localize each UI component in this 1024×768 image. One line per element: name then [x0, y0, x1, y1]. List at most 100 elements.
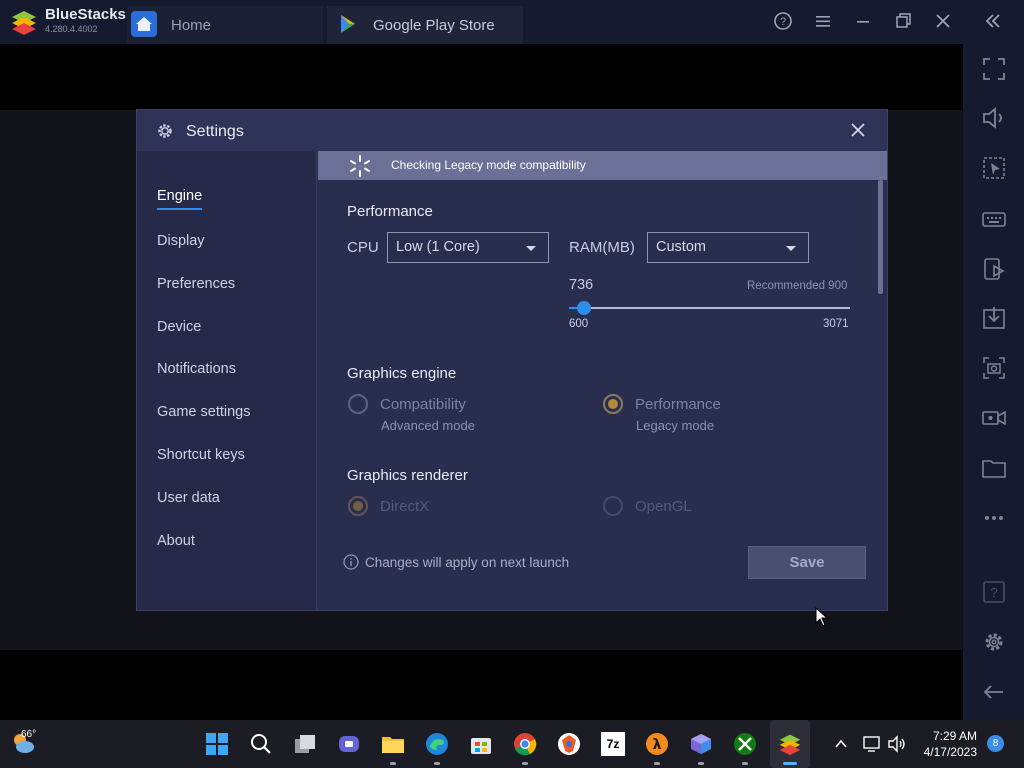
7zip-icon[interactable]: 7z: [601, 732, 625, 756]
volume-tray-icon[interactable]: [887, 734, 907, 754]
radio-opengl[interactable]: [603, 496, 623, 516]
nav-notifications[interactable]: Notifications: [157, 361, 236, 377]
collapse-sidebar-icon[interactable]: [982, 10, 1004, 32]
clock-date[interactable]: 4/17/2023: [910, 745, 977, 759]
home-icon: [131, 11, 157, 37]
compatibility-sublabel: Advanced mode: [381, 418, 475, 433]
nav-display[interactable]: Display: [157, 233, 205, 249]
bluestacks-logo-icon: [12, 11, 36, 35]
mouse-cursor-icon: [815, 607, 829, 627]
save-button[interactable]: Save: [748, 546, 866, 579]
bluestacks-taskbar-item[interactable]: [770, 720, 810, 768]
nav-engine[interactable]: Engine: [157, 188, 202, 204]
performance-sublabel: Legacy mode: [636, 418, 715, 433]
settings-gear-icon: [158, 124, 172, 138]
network-icon[interactable]: [862, 734, 882, 754]
folder-icon[interactable]: [981, 455, 1007, 481]
tab-home[interactable]: Home: [127, 6, 323, 44]
tab-google-play-store[interactable]: Google Play Store: [327, 6, 523, 44]
app-cube-icon[interactable]: [689, 732, 713, 756]
keyboard-icon[interactable]: [981, 206, 1007, 232]
nav-about[interactable]: About: [157, 533, 195, 549]
tab-play-store-label: Google Play Store: [373, 16, 495, 34]
notification-badge[interactable]: 8: [987, 735, 1004, 752]
settings-header: Settings: [137, 110, 887, 151]
radio-performance[interactable]: [603, 394, 623, 414]
performance-title: Performance: [347, 203, 433, 220]
app-version: 4.280.4.4002: [45, 24, 98, 34]
right-toolbar: ?: [963, 44, 1024, 720]
weather-temp: 66°: [21, 729, 37, 740]
search-icon[interactable]: [249, 732, 273, 756]
graphics-engine-title: Graphics engine: [347, 365, 457, 382]
running-indicator: [434, 762, 440, 765]
directx-label: DirectX: [380, 498, 430, 515]
record-icon[interactable]: [981, 405, 1007, 431]
more-icon[interactable]: [981, 505, 1007, 531]
microsoft-store-icon[interactable]: [469, 732, 493, 756]
running-indicator: [522, 762, 528, 765]
back-arrow-icon[interactable]: [981, 679, 1007, 705]
file-explorer-icon[interactable]: [381, 732, 405, 756]
screen-select-icon[interactable]: [981, 155, 1007, 181]
compatibility-banner: Checking Legacy mode compatibility: [318, 151, 887, 180]
ram-select[interactable]: Custom: [647, 232, 809, 263]
running-indicator: [742, 762, 748, 765]
compatibility-label: Compatibility: [380, 396, 466, 413]
chrome-icon[interactable]: [513, 732, 537, 756]
tab-home-label: Home: [171, 16, 212, 34]
cpu-select[interactable]: Low (1 Core): [387, 232, 549, 263]
active-indicator: [783, 762, 797, 765]
chevron-down-icon: [786, 246, 796, 251]
close-window-icon[interactable]: [932, 10, 954, 32]
screenshot-icon[interactable]: [981, 355, 1007, 381]
menu-icon[interactable]: [812, 10, 834, 32]
clock-time[interactable]: 7:29 AM: [910, 729, 977, 743]
edge-icon[interactable]: [425, 732, 449, 756]
windows-taskbar: 66° 7z λ 7:29 AM 4/17/2023 8: [0, 720, 1024, 768]
help-icon[interactable]: ?: [772, 10, 794, 32]
help-sidebar-icon[interactable]: ?: [981, 579, 1007, 605]
ram-slider-track[interactable]: [569, 301, 850, 315]
volume-icon[interactable]: [981, 105, 1007, 131]
nav-active-indicator: [157, 208, 202, 210]
gear-icon[interactable]: [981, 629, 1007, 655]
content-scrollbar[interactable]: [878, 180, 883, 294]
import-files-icon[interactable]: [981, 305, 1007, 331]
banner-text: Checking Legacy mode compatibility: [391, 158, 586, 172]
nav-device[interactable]: Device: [157, 319, 201, 335]
chevron-up-icon[interactable]: [833, 736, 849, 752]
nav-preferences[interactable]: Preferences: [157, 276, 235, 292]
close-icon[interactable]: [850, 122, 866, 138]
install-apk-icon[interactable]: [981, 256, 1007, 282]
running-indicator: [698, 762, 704, 765]
brave-icon[interactable]: [557, 732, 581, 756]
cpu-select-value: Low (1 Core): [396, 239, 480, 255]
nav-shortcut-keys[interactable]: Shortcut keys: [157, 447, 245, 463]
cpu-label: CPU: [347, 239, 379, 256]
ram-current-value: 736: [569, 277, 594, 293]
play-store-icon: [341, 15, 355, 33]
graphics-renderer-title: Graphics renderer: [347, 467, 468, 484]
half-life-icon[interactable]: λ: [645, 732, 669, 756]
xbox-icon[interactable]: [733, 732, 757, 756]
windows-start-icon[interactable]: [205, 732, 229, 756]
fullscreen-icon[interactable]: [981, 56, 1007, 82]
nav-game-settings[interactable]: Game settings: [157, 404, 251, 420]
radio-compatibility[interactable]: [348, 394, 368, 414]
ram-label: RAM(MB): [569, 239, 635, 256]
engine-settings-content: Performance CPU Low (1 Core) RAM(MB) Cus…: [318, 180, 887, 610]
task-view-icon[interactable]: [293, 732, 317, 756]
footer-note: Changes will apply on next launch: [365, 555, 570, 570]
restore-icon[interactable]: [892, 10, 914, 32]
loading-spinner-icon: [350, 155, 370, 177]
teams-chat-icon[interactable]: [337, 732, 361, 756]
minimize-icon[interactable]: [852, 10, 874, 32]
opengl-label: OpenGL: [635, 498, 692, 515]
ram-slider-min: 600: [569, 318, 589, 330]
ram-slider-thumb[interactable]: [577, 301, 591, 315]
nav-user-data[interactable]: User data: [157, 490, 220, 506]
radio-directx[interactable]: [348, 496, 368, 516]
settings-nav: Engine Display Preferences Device Notifi…: [137, 151, 317, 610]
title-bar: BlueStacks 4.280.4.4002 Home Google Play…: [0, 0, 1024, 44]
